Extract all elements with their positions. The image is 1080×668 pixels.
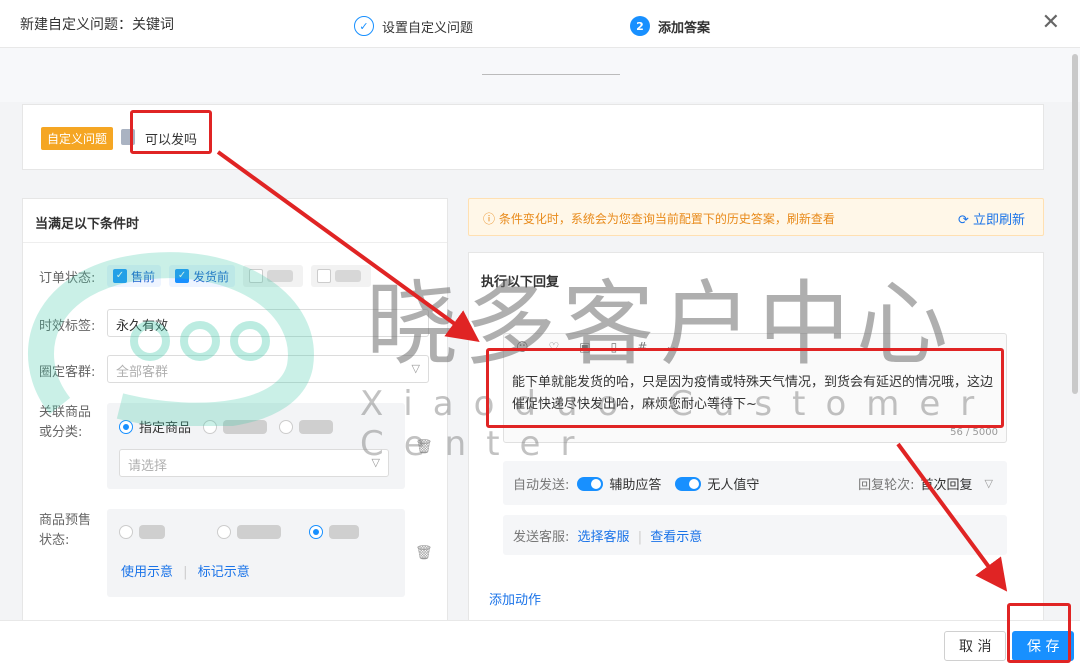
order-status-label: 订单状态: (39, 271, 96, 286)
chevron-down-icon: ▽ (371, 456, 380, 469)
cancel-button[interactable]: 取 消 (944, 631, 1007, 661)
radio-hidden-2[interactable] (279, 419, 334, 434)
conditions-panel: 当满足以下条件时 订单状态: ✓ 售前 ✓ 发货前 时效标签: 永久有效 圈定客群:… (22, 198, 448, 668)
mark-example-link[interactable]: 标记示意 (198, 565, 250, 580)
reply-heading: 执行以下回复 (481, 275, 560, 290)
validity-select[interactable]: 永久有效 (107, 309, 429, 337)
assist-toggle[interactable] (577, 476, 604, 491)
chevron-down-icon: ▽ (411, 362, 420, 375)
customer-group-select[interactable]: 全部客群 ▽ (107, 355, 429, 383)
add-action-link[interactable]: 添加动作 (489, 589, 541, 608)
customer-group-label: 圈定客群: (39, 365, 96, 380)
refresh-icon: ⟳ (957, 213, 973, 228)
checkbox-hidden-2[interactable] (311, 265, 372, 287)
step-2-label: 添加答案 (658, 20, 711, 36)
conditions-header: 当满足以下条件时 (23, 199, 447, 243)
product-box: 指定商品 请选择 ▽ (107, 403, 405, 489)
round-label: 回复轮次: (858, 478, 915, 493)
editor-toolbar: ☺♡▣▯#⌣ (516, 340, 696, 354)
step-2[interactable]: 2 添加答案 (630, 16, 710, 36)
radio-specified-product[interactable]: 指定商品 (119, 417, 191, 436)
checkbox-presale[interactable]: ✓ 售前 (107, 265, 162, 287)
view-example-link[interactable]: 查看示意 (650, 530, 702, 545)
trash-icon[interactable]: 🗑 (415, 439, 433, 455)
step-connector (482, 74, 620, 75)
question-tag: 自定义问题 (41, 127, 114, 150)
dialog-footer: 取 消 保 存 (0, 620, 1080, 668)
assist-label: 辅助应答 (609, 478, 662, 493)
dialog-title: 新建自定义问题：关键词 (20, 17, 174, 33)
conditions-heading: 当满足以下条件时 (35, 217, 140, 232)
step-2-number: 2 (630, 16, 650, 36)
reply-text[interactable]: 能下单就能发货的哈，只是因为疫情或特殊天气情况，到货会有延迟的情况哦，这边催促快… (512, 372, 994, 416)
step-1[interactable]: ✓ 设置自定义问题 (354, 16, 473, 36)
unattended-toggle[interactable] (675, 476, 702, 491)
radio-presale-3[interactable] (309, 525, 359, 539)
send-service-label: 发送客服: (513, 530, 570, 545)
steps-bar (0, 48, 1080, 102)
dialog-titlebar: 新建自定义问题：关键词 ✕ (0, 0, 1080, 48)
presale-box: 使用示意 | 标记示意 (107, 509, 405, 597)
auto-send-row: 自动发送: 辅助应答 无人值守 回复轮次: 首次回复 ▽ (503, 461, 1007, 505)
dialog: 新建自定义问题：关键词 ✕ ✓ 设置自定义问题 2 添加答案 自定义问题 可以发… (0, 0, 1080, 668)
unattended-label: 无人值守 (707, 478, 760, 493)
round-select[interactable]: 首次回复 (921, 474, 973, 493)
scrollbar[interactable] (1072, 54, 1078, 394)
trash-icon[interactable]: 🗑 (415, 545, 433, 561)
question-text: 可以发吗 (145, 133, 198, 148)
radio-presale-2[interactable] (217, 525, 281, 539)
presale-label: 商品预售状态: (39, 513, 92, 548)
checkbox-before-shipping[interactable]: ✓ 发货前 (169, 265, 236, 287)
radio-presale-1[interactable] (119, 525, 165, 539)
checkbox-hidden-1[interactable] (243, 265, 304, 287)
auto-send-label: 自动发送: (513, 478, 570, 493)
order-status-options: ✓ 售前 ✓ 发货前 (107, 265, 372, 287)
chevron-down-icon: ▽ (984, 477, 993, 490)
info-icon: ⓘ (483, 212, 499, 226)
reply-panel: 执行以下回复 ☺♡▣▯#⌣ 能下单就能发货的哈，只是因为疫情或特殊天气情况，到货… (468, 252, 1044, 668)
step-1-label: 设置自定义问题 (382, 20, 474, 36)
reply-editor[interactable]: ☺♡▣▯#⌣ 能下单就能发货的哈，只是因为疫情或特殊天气情况，到货会有延迟的情况… (503, 333, 1007, 443)
send-service-row: 发送客服: 选择客服 | 查看示意 (503, 515, 1007, 555)
radio-hidden-1[interactable] (203, 419, 268, 434)
usage-example-link[interactable]: 使用示意 (121, 565, 173, 580)
refresh-button[interactable]: ⟳ 立即刷新 (958, 209, 1025, 228)
close-icon[interactable]: ✕ (1042, 10, 1060, 35)
select-service-link[interactable]: 选择客服 (578, 530, 630, 545)
notice-text: 条件变化时，系统会为您查询当前配置下的历史答案，刷新查看 (498, 212, 835, 226)
char-count: 56 / 5000 (950, 427, 998, 438)
product-label: 关联商品或分类: (39, 405, 92, 440)
product-select[interactable]: 请选择 ▽ (119, 449, 389, 477)
check-icon: ✓ (354, 16, 374, 36)
doc-icon (121, 129, 135, 145)
notice-bar: ⓘ 条件变化时，系统会为您查询当前配置下的历史答案，刷新查看 ⟳ 立即刷新 (468, 198, 1044, 236)
question-panel: 自定义问题 可以发吗 (22, 104, 1044, 170)
validity-label: 时效标签: (39, 319, 96, 334)
save-button[interactable]: 保 存 (1012, 631, 1075, 661)
